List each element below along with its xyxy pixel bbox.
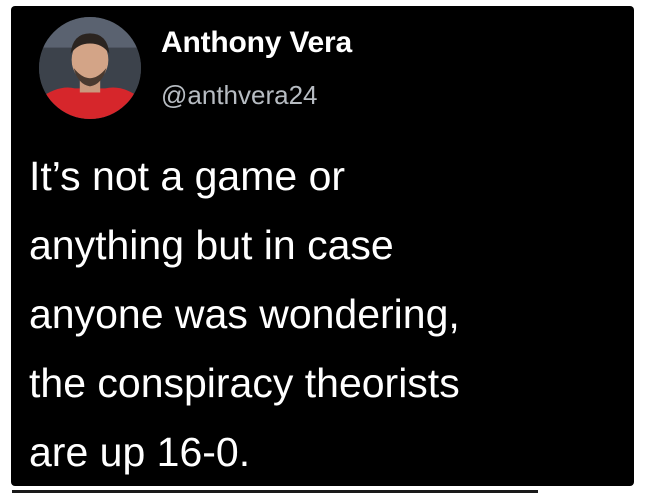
author-display-name[interactable]: Anthony Vera: [161, 26, 352, 60]
tweet-text-line: are up 16-0.: [29, 429, 251, 475]
tweet-text-line: the conspiracy theorists: [29, 360, 460, 406]
avatar[interactable]: [39, 17, 141, 119]
tweet-text-line: anyone was wondering,: [29, 291, 460, 337]
bottom-edge-divider: [12, 490, 538, 493]
tweet-text: It’s not a game or anything but in case …: [29, 142, 629, 487]
profile-photo-icon: [39, 17, 141, 119]
tweet-text-line: anything but in case: [29, 222, 394, 268]
tweet-card: Anthony Vera @anthvera24 It’s not a game…: [11, 6, 634, 486]
tweet-text-line: It’s not a game or: [29, 153, 346, 199]
author-handle[interactable]: @anthvera24: [161, 80, 318, 111]
